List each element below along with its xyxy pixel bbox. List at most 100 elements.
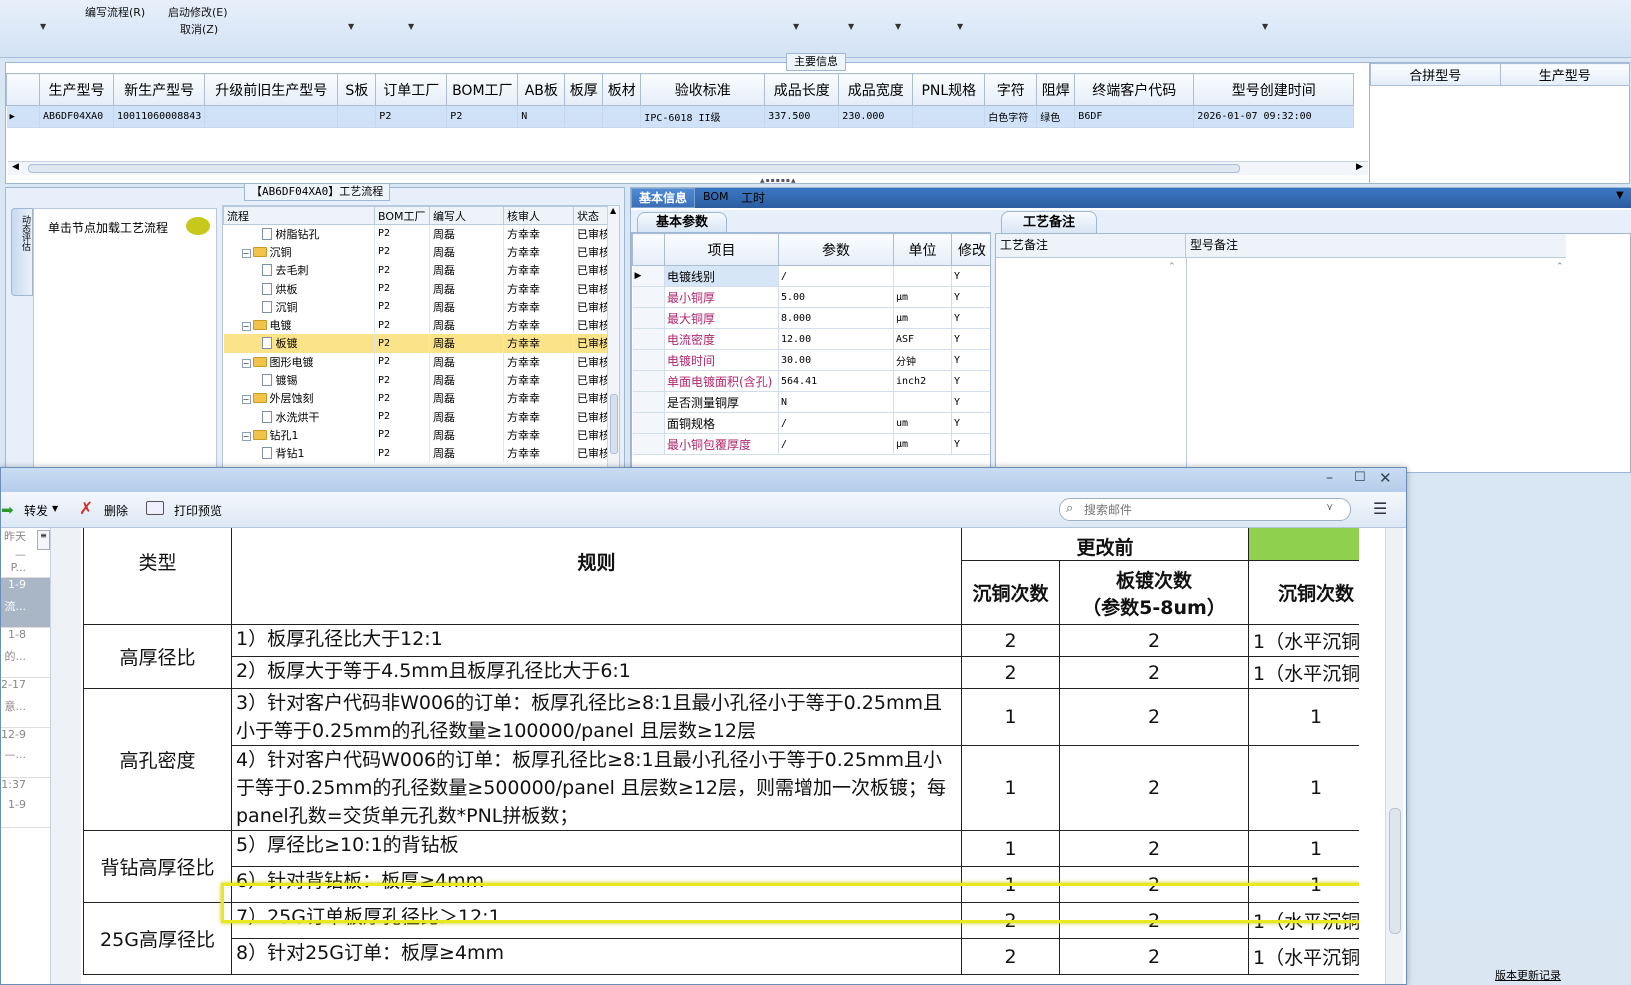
tree-node[interactable]: − 钻孔1	[223, 425, 375, 445]
close-icon[interactable]: ✕	[1379, 469, 1392, 487]
tree-row[interactable]: 镀锡 P2 周磊 方幸幸 已审核	[223, 370, 610, 390]
collapse-icon[interactable]: −	[241, 248, 251, 258]
param-modify[interactable]: Y	[951, 307, 990, 329]
table-cell[interactable]: 10011060008843	[113, 105, 206, 128]
load-process-hint[interactable]: 单击节点加载工艺流程	[48, 219, 168, 236]
column-header[interactable]: 生产型号	[39, 73, 114, 106]
email-vertical-scrollbar[interactable]	[1385, 528, 1403, 984]
scrollbar-thumb[interactable]	[610, 394, 618, 454]
column-header[interactable]: 板材	[602, 73, 642, 106]
table-cell[interactable]: B6DF	[1074, 105, 1195, 128]
tree-node[interactable]: 树脂钻孔	[223, 224, 375, 243]
minimize-icon[interactable]: –	[1326, 470, 1333, 486]
table-cell[interactable]	[337, 105, 377, 128]
table-cell[interactable]: N	[517, 105, 566, 128]
tree-node[interactable]: 板镀	[223, 334, 375, 353]
chevron-down-icon[interactable]: ▼	[40, 22, 46, 31]
chevron-down-icon[interactable]: ▼	[793, 22, 799, 31]
search-input[interactable]	[1084, 501, 1314, 518]
param-value[interactable]: 12.00	[778, 328, 894, 350]
printer-icon[interactable]	[146, 501, 164, 515]
column-header[interactable]: BOM工厂	[446, 73, 519, 106]
param-modify[interactable]: Y	[951, 370, 990, 392]
param-value[interactable]: N	[778, 391, 894, 413]
tree-node[interactable]: − 电镀	[223, 315, 375, 335]
chevron-down-icon[interactable]: ▼	[52, 504, 58, 513]
message-list-item[interactable]: —...	[1, 748, 50, 778]
param-modify[interactable]: Y	[951, 349, 990, 371]
column-header[interactable]: 新生产型号	[112, 73, 206, 106]
tree-node[interactable]: − 沉铜	[223, 242, 375, 262]
table-cell[interactable]: 2026-01-07 09:32:00	[1193, 105, 1355, 128]
chevron-down-icon[interactable]: ▼	[1262, 22, 1268, 31]
table-cell[interactable]	[602, 105, 642, 128]
tree-row[interactable]: 板镀 P2 周磊 方幸幸 已审核	[223, 334, 610, 353]
tree-node[interactable]: 烘板	[223, 279, 375, 298]
scroll-up-icon[interactable]: ⌃	[1556, 262, 1564, 272]
param-column-header[interactable]: 单位	[893, 233, 952, 266]
param-value[interactable]: /	[778, 433, 894, 455]
list-scroll-icon[interactable]: ≡	[37, 530, 50, 550]
table-cell[interactable]: P2	[375, 105, 448, 128]
param-value[interactable]: 5.00	[778, 286, 894, 308]
param-value[interactable]: 8.000	[778, 307, 894, 329]
search-options-icon[interactable]: ⋎	[1326, 502, 1333, 513]
scrollbar-thumb[interactable]	[28, 164, 1240, 173]
forward-button[interactable]: 转发	[24, 502, 48, 519]
param-value[interactable]: 564.41	[778, 370, 894, 392]
rule-row[interactable]: 8）针对25G订单：板厚≥4mm 2 2 1（水平沉铜	[84, 938, 1359, 975]
row-selector[interactable]: ▶	[632, 265, 665, 287]
table-cell[interactable]: 230.000	[838, 105, 914, 128]
param-modify[interactable]: Y	[951, 433, 990, 455]
message-list-item[interactable]: 1-9	[1, 578, 50, 598]
param-row[interactable]: 面铜规格 / um Y	[632, 412, 990, 434]
param-row[interactable]: 电镀时间 30.00 分钟 Y	[632, 349, 990, 371]
horizontal-scrollbar[interactable]: ◀ ▶	[8, 161, 1368, 175]
param-modify[interactable]: Y	[951, 265, 990, 287]
param-column-header[interactable]: 修改	[951, 233, 990, 266]
menu-icon[interactable]: ☰	[1373, 499, 1387, 518]
speech-bubble-icon[interactable]	[186, 217, 210, 235]
message-list-item[interactable]: 1-8	[1, 628, 50, 648]
table-cell[interactable]: AB6DF04XA0	[39, 105, 114, 128]
row-selector[interactable]	[632, 412, 665, 434]
table-cell[interactable]: P2	[446, 105, 519, 128]
collapse-icon[interactable]: −	[241, 322, 251, 332]
row-selector[interactable]	[632, 349, 665, 371]
row-selector[interactable]	[632, 286, 665, 308]
chevron-down-icon[interactable]: ▼	[895, 22, 901, 31]
tree-row[interactable]: − 钻孔1 P2 周磊 方幸幸 已审核	[223, 425, 610, 445]
column-header[interactable]: 板厚	[564, 73, 604, 106]
table-cell[interactable]: 337.500	[764, 105, 840, 128]
column-header[interactable]: AB板	[517, 73, 566, 106]
tree-column-header[interactable]: 状态	[573, 206, 608, 225]
column-header[interactable]: 字符	[984, 73, 1038, 106]
chevron-down-icon[interactable]: ▼	[348, 22, 354, 31]
param-modify[interactable]: Y	[951, 286, 990, 308]
scroll-right-icon[interactable]: ▶	[1356, 162, 1363, 172]
param-row[interactable]: 电流密度 12.00 ASF Y	[632, 328, 990, 350]
message-list-item[interactable]: 1:37	[1, 778, 50, 798]
chevron-down-icon[interactable]: ▼	[408, 22, 414, 31]
tab-process-remark[interactable]: 工艺备注	[1001, 211, 1097, 233]
table-cell[interactable]: IPC-6018 II级	[640, 105, 766, 128]
rule-row[interactable]: 高厚径比 1）板厚孔径比大于12:1 2 2 1（水平沉铜	[83, 624, 1359, 689]
tab-bom[interactable]: BOM	[703, 190, 729, 203]
collapse-icon[interactable]: −	[241, 395, 251, 405]
tree-node[interactable]: 背钻1	[223, 444, 375, 463]
tab-work-hours[interactable]: 工时	[741, 189, 765, 206]
column-header[interactable]: PNL规格	[912, 73, 986, 106]
write-process-button[interactable]: 编写流程(R)	[85, 4, 145, 20]
param-row[interactable]: 是否测量铜厚 N Y	[632, 391, 990, 413]
tab-basic-params[interactable]: 基本参数	[637, 212, 727, 232]
tree-column-header[interactable]: BOM工厂	[374, 206, 430, 225]
chevron-down-icon[interactable]: ▼	[957, 22, 963, 31]
message-list-item[interactable]: 1-9	[1, 798, 50, 828]
delete-icon[interactable]: ✗	[79, 499, 93, 519]
scroll-up-icon[interactable]: ⌃	[1168, 262, 1176, 272]
tree-row[interactable]: 水洗烘干 P2 周磊 方幸幸 已审核	[223, 407, 610, 426]
tree-row[interactable]: 烘板 P2 周磊 方幸幸 已审核	[223, 279, 610, 298]
column-header[interactable]: 型号创建时间	[1193, 73, 1355, 106]
rule-row[interactable]: 背钻高厚径比 5）厚径比≥10:1的背钻板 1 2 1	[83, 830, 1359, 903]
tree-node[interactable]: 去毛刺	[223, 261, 375, 280]
